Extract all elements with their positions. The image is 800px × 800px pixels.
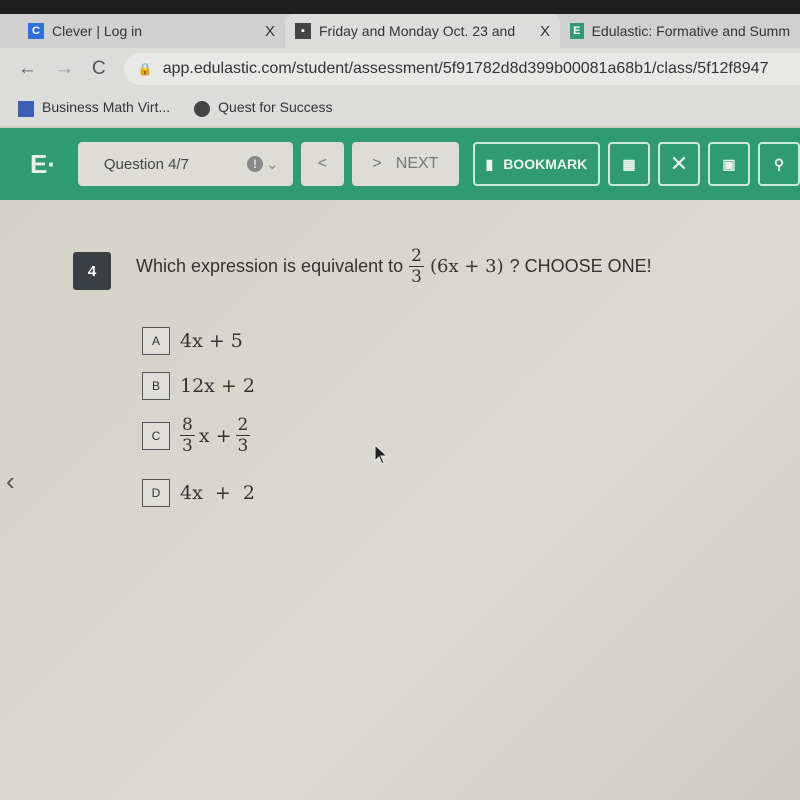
numerator: 8 bbox=[180, 415, 195, 436]
bookmark-label: BOOKMARK bbox=[503, 156, 588, 172]
question-prompt: Which expression is equivalent to 23 (6x… bbox=[136, 246, 652, 287]
denominator: 3 bbox=[237, 436, 249, 456]
screen-bezel bbox=[0, 0, 800, 14]
grid-icon: ▦ bbox=[622, 155, 636, 172]
review-grid-button[interactable]: ▦ bbox=[608, 142, 651, 186]
calendar-icon: ▣ bbox=[722, 155, 736, 172]
bookmark-quest[interactable]: Quest for Success bbox=[194, 99, 333, 117]
bookmark-business-math[interactable]: Business Math Virt... bbox=[18, 99, 171, 117]
url-field[interactable]: 🔒 app.edulastic.com/student/assessment/5… bbox=[123, 53, 800, 85]
tab-clever[interactable]: C Clever | Log in X bbox=[0, 14, 285, 48]
prompt-suffix: ? CHOOSE ONE! bbox=[509, 256, 652, 276]
zoom-button[interactable]: ⚲ bbox=[758, 142, 800, 186]
close-tab-icon[interactable]: X bbox=[265, 23, 275, 40]
fraction: 23 bbox=[409, 246, 424, 287]
lock-icon: 🔒 bbox=[137, 62, 153, 76]
question-area bbox=[0, 200, 800, 800]
address-bar-row: ← → C 🔒 app.edulastic.com/student/assess… bbox=[0, 48, 800, 90]
next-label: NEXT bbox=[395, 155, 439, 172]
tab-edulastic[interactable]: E Edulastic: Formative and Summ bbox=[560, 14, 800, 48]
edulastic-favicon: E bbox=[570, 23, 584, 39]
denominator: 3 bbox=[182, 436, 193, 456]
option-text: 12x + 2 bbox=[180, 375, 255, 397]
chevron-down-icon: ⌄ bbox=[266, 156, 279, 173]
back-icon[interactable]: ← bbox=[18, 58, 37, 80]
tab-title: Edulastic: Formative and Summ bbox=[591, 23, 790, 39]
forward-icon[interactable]: → bbox=[55, 58, 74, 80]
classroom-icon: ▪ bbox=[295, 23, 311, 39]
chevron-left-icon: < bbox=[317, 155, 328, 172]
prompt-text: Which expression is equivalent to bbox=[136, 256, 404, 276]
option-label: A bbox=[142, 327, 170, 355]
option-text: 83 x + 23 bbox=[180, 415, 251, 456]
numerator: 2 bbox=[409, 246, 424, 267]
option-a[interactable]: A 4x + 5 bbox=[142, 327, 243, 355]
question-number-badge: 4 bbox=[73, 252, 111, 290]
bookmark-label: Quest for Success bbox=[218, 99, 333, 116]
question-selector[interactable]: Question 4/7 ! ⌄ bbox=[77, 142, 293, 186]
close-icon: ✕ bbox=[669, 151, 689, 176]
search-icon: ⚲ bbox=[773, 155, 785, 172]
option-b[interactable]: B 12x + 2 bbox=[142, 372, 255, 400]
next-button[interactable]: > NEXT bbox=[352, 142, 459, 186]
fraction: 23 bbox=[235, 415, 251, 456]
close-tab-icon[interactable]: X bbox=[540, 23, 550, 40]
option-text: 4x + 5 bbox=[180, 330, 243, 352]
warning-icon: ! bbox=[247, 156, 264, 172]
bookmark-label: Business Math Virt... bbox=[42, 99, 171, 116]
tab-title: Friday and Monday Oct. 23 and bbox=[319, 23, 516, 39]
url-text: app.edulastic.com/student/assessment/5f9… bbox=[162, 60, 769, 77]
edulastic-logo: E· bbox=[30, 148, 56, 179]
close-button[interactable]: ✕ bbox=[658, 142, 701, 186]
denominator: 3 bbox=[411, 267, 422, 287]
calendar-button[interactable]: ▣ bbox=[708, 142, 750, 186]
option-label: B bbox=[142, 372, 170, 400]
mouse-cursor-icon bbox=[374, 444, 389, 465]
question-selector-label: Question 4/7 bbox=[103, 155, 189, 173]
option-label: D bbox=[142, 479, 170, 507]
fraction: 83 bbox=[180, 415, 195, 456]
option-text: 4x + 2 bbox=[180, 482, 255, 504]
bookmark-icon: ▮ bbox=[485, 155, 494, 172]
tab-strip: C Clever | Log in X ▪ Friday and Monday … bbox=[0, 14, 800, 48]
option-d[interactable]: D 4x + 2 bbox=[142, 479, 255, 507]
previous-button[interactable]: < bbox=[300, 142, 345, 186]
chevron-left-icon[interactable]: ‹ bbox=[6, 466, 15, 497]
option-c[interactable]: C 83 x + 23 bbox=[142, 415, 251, 456]
numerator: 2 bbox=[235, 415, 251, 436]
option-mid: x + bbox=[198, 424, 232, 447]
assessment-toolbar: E· Question 4/7 ! ⌄ < > NEXT ▮ BOOKMARK ▦ … bbox=[0, 128, 800, 200]
globe-icon bbox=[194, 100, 211, 117]
option-label: C bbox=[142, 421, 170, 450]
chevron-right-icon: > bbox=[372, 155, 382, 172]
tab-friday[interactable]: ▪ Friday and Monday Oct. 23 and X bbox=[285, 14, 560, 48]
calendar-icon bbox=[18, 100, 34, 117]
bookmark-button[interactable]: ▮ BOOKMARK bbox=[472, 142, 601, 186]
bookmarks-bar: Business Math Virt... Quest for Success bbox=[0, 90, 800, 126]
clever-favicon: C bbox=[28, 23, 44, 39]
tab-title: Clever | Log in bbox=[52, 23, 143, 39]
reload-icon[interactable]: C bbox=[92, 58, 106, 80]
expression: (6x + 3) bbox=[429, 256, 504, 277]
